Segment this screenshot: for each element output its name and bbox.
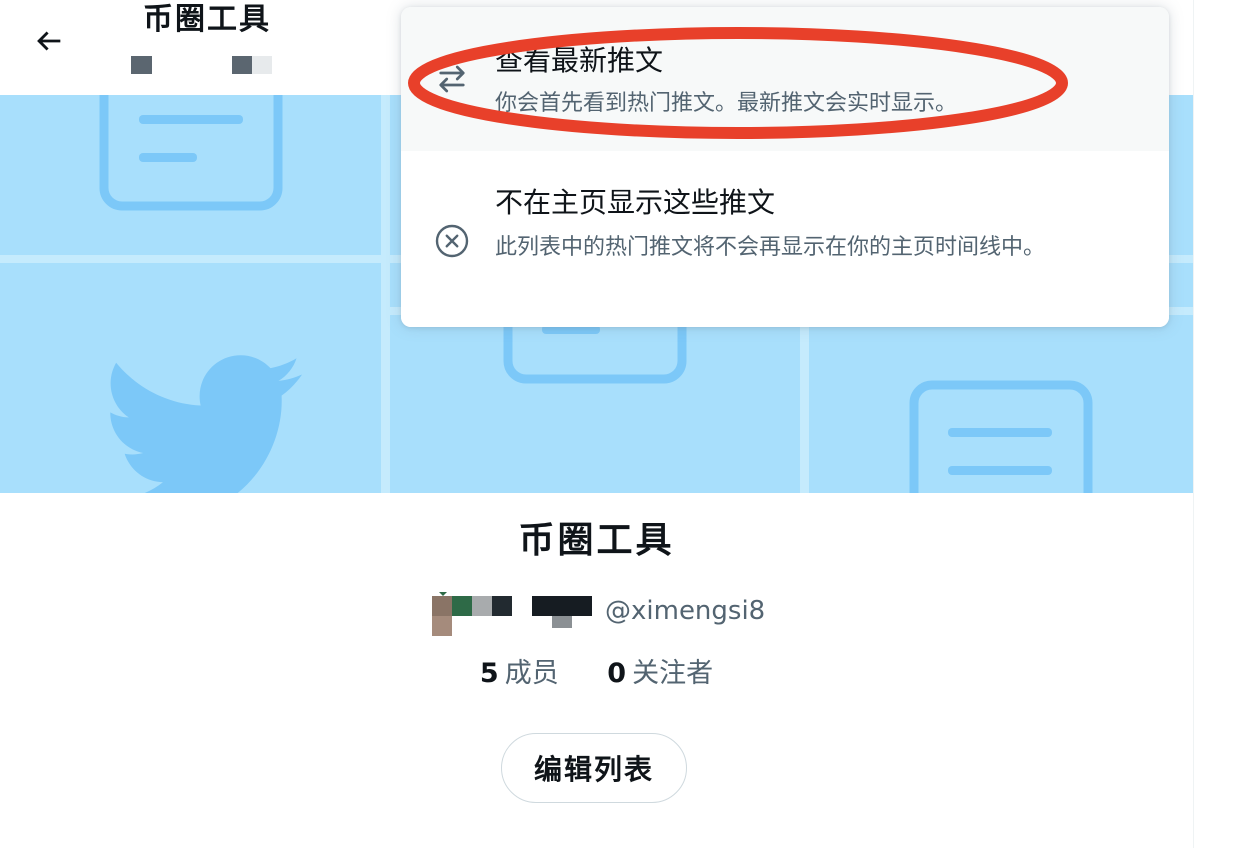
list-owner[interactable]: @ximengsi8 [431,590,791,636]
back-button[interactable] [26,20,72,62]
owner-handle: @ximengsi8 [605,596,766,626]
document-icon [99,95,283,211]
followers-link[interactable]: 0 关注者 [607,654,713,694]
circle-x-icon [432,221,472,261]
swap-arrows-icon [432,59,472,99]
members-link[interactable]: 5 成员 [480,654,559,694]
owner-name-redacted-fade [252,56,272,74]
members-label: 成员 [504,658,559,689]
owner-avatar-redacted [432,592,592,636]
followers-label: 关注者 [632,658,714,689]
menu-item-view-latest[interactable]: 查看最新推文 你会首先看到热门推文。最新推文会实时显示。 [401,7,1169,151]
column-divider [1193,0,1194,848]
header-title: 币圈工具 [143,2,271,37]
menu-item-title: 查看最新推文 [495,44,664,77]
document-icon-3 [909,380,1093,493]
list-page: 币圈工具 查看最新推文 你会首先看到热门推文。最新推文会实时显示。 不在主页显示… [0,0,1250,848]
arrow-left-icon [37,31,61,51]
twitter-bird-icon [110,355,303,493]
owner-avatar-redacted [131,56,152,74]
menu-item-hide-from-home[interactable]: 不在主页显示这些推文 此列表中的热门推文将不会再显示在你的主页时间线中。 [401,151,1169,327]
members-count: 5 [479,658,499,689]
menu-item-title: 不在主页显示这些推文 [495,186,776,219]
owner-name-redacted [232,56,252,74]
menu-item-description: 此列表中的热门推文将不会再显示在你的主页时间线中。 [495,235,1046,260]
followers-count: 0 [607,658,627,689]
list-name: 币圈工具 [518,520,675,561]
edit-list-button[interactable]: 编辑列表 [501,733,687,803]
menu-item-description: 你会首先看到热门推文。最新推文会实时显示。 [495,91,958,116]
list-options-dropdown: 查看最新推文 你会首先看到热门推文。最新推文会实时显示。 不在主页显示这些推文 … [401,7,1169,327]
list-stats: 5 成员 0 关注者 [0,654,1193,694]
